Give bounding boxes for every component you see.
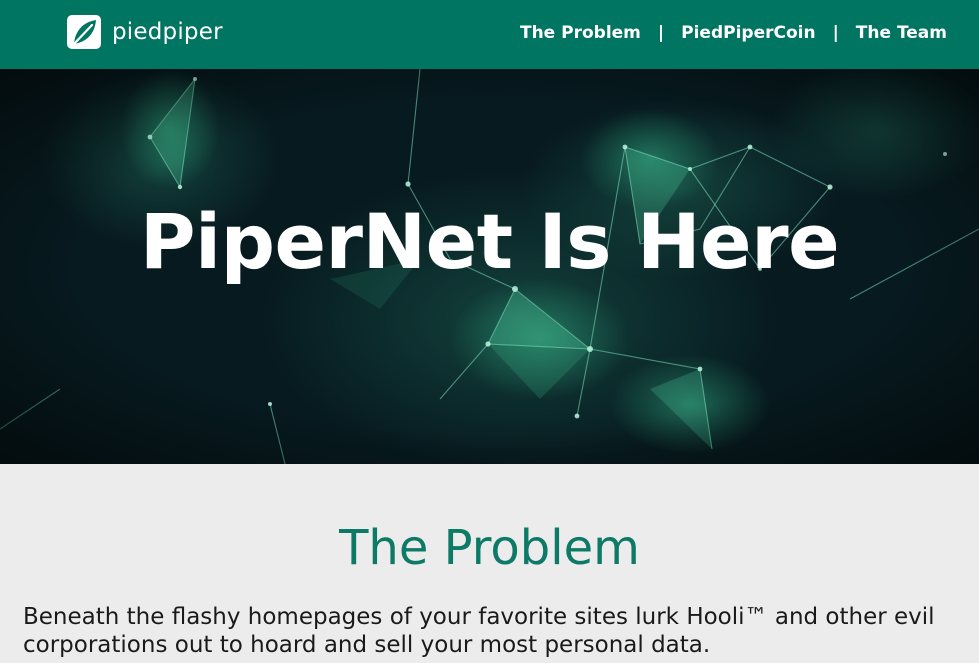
leaf-logo-icon [67, 15, 101, 49]
top-navigation-bar: piedpiper The Problem | PiedPiperCoin | … [0, 0, 979, 69]
nav-separator: | [832, 23, 839, 43]
problem-heading: The Problem [339, 520, 640, 576]
page: piedpiper The Problem | PiedPiperCoin | … [0, 0, 979, 663]
problem-section: The Problem Beneath the flashy homepages… [0, 464, 979, 663]
hero-title: PiperNet Is Here [139, 197, 840, 286]
main-nav: The Problem | PiedPiperCoin | The Team [520, 19, 947, 47]
nav-link-the-problem[interactable]: The Problem [520, 19, 641, 47]
nav-link-the-team[interactable]: The Team [856, 19, 947, 47]
hero-banner: PiperNet Is Here [0, 69, 979, 464]
problem-body-text: Beneath the flashy homepages of your fav… [23, 604, 935, 658]
nav-separator: | [657, 23, 665, 43]
brand-logo-link[interactable]: piedpiper [66, 14, 223, 50]
nav-link-piedpipercoin[interactable]: PiedPiperCoin [681, 19, 815, 47]
brand-name: piedpiper [112, 19, 223, 45]
